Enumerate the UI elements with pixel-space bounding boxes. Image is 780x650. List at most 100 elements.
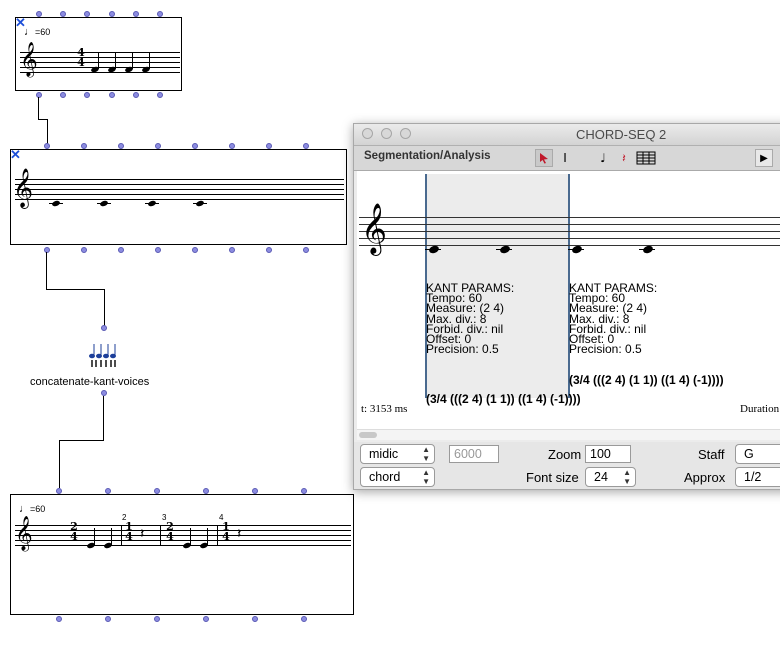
outlet[interactable] — [154, 616, 160, 622]
outlet[interactable] — [56, 616, 62, 622]
kant-result-1: (3/4 (((2 4) (1 1)) ((1 4) (-1)))) — [426, 392, 581, 406]
text-cursor-tool-icon[interactable]: I — [556, 149, 574, 167]
rest-tool-icon[interactable]: 𝄽 — [615, 149, 633, 167]
time-sig-bottom: 4 — [222, 529, 230, 543]
outlet[interactable] — [109, 92, 115, 98]
chord-seq-box[interactable]: ✕ 𝄞 — [10, 148, 347, 245]
outlet[interactable] — [252, 616, 258, 622]
zoom-field[interactable]: 100 — [585, 445, 631, 463]
time-signature: 2 4 — [69, 521, 79, 543]
title-bar[interactable]: CHORD-SEQ 2 — [354, 124, 780, 146]
staff-tool-icon[interactable] — [636, 149, 656, 167]
minimize-window-button[interactable] — [381, 128, 392, 139]
outlet[interactable] — [60, 92, 66, 98]
outlet[interactable] — [192, 247, 198, 253]
kant-voices-icon[interactable] — [88, 340, 118, 367]
midic-select[interactable]: midic ▲ ▼ — [360, 444, 435, 464]
midic-select-value: midic — [369, 447, 399, 461]
staff-line — [20, 52, 180, 53]
staff-line — [20, 72, 180, 73]
horizontal-scrollbar[interactable] — [357, 429, 780, 440]
chord-select-value: chord — [369, 470, 401, 484]
editor-toolbar: Segmentation/Analysis I ♩ 𝄽 ▶ — [354, 146, 780, 171]
voice-box-1[interactable]: ✕ ♩=60 𝄞 4 4 — [15, 16, 182, 91]
staff-line — [15, 540, 351, 541]
note-head — [51, 199, 61, 208]
outlet[interactable] — [301, 616, 307, 622]
outlet[interactable] — [155, 247, 161, 253]
tempo-mark: ♩=60 — [19, 503, 46, 515]
approx-select[interactable]: 1/2 — [735, 467, 780, 487]
segmentation-analysis-label[interactable]: Segmentation/Analysis — [364, 150, 491, 162]
chord-select[interactable]: chord ▲ ▼ — [360, 467, 435, 487]
outlet[interactable] — [229, 247, 235, 253]
note-head[interactable] — [571, 244, 583, 255]
chord-seq-window[interactable]: CHORD-SEQ 2 Segmentation/Analysis I ♩ 𝄽 … — [353, 123, 780, 490]
staff-line — [15, 199, 344, 200]
close-window-button[interactable] — [362, 128, 373, 139]
outlet[interactable] — [81, 247, 87, 253]
chevron-updown-icon: ▲ ▼ — [623, 468, 631, 486]
staff-line — [15, 535, 351, 536]
treble-clef-icon: 𝄞 — [20, 42, 38, 77]
outlet[interactable] — [44, 247, 50, 253]
close-x-icon[interactable]: ✕ — [10, 148, 21, 161]
scrollbar-thumb[interactable] — [359, 432, 377, 438]
note-tool-icon[interactable]: ♩ — [594, 149, 612, 167]
staff-line — [359, 245, 780, 246]
concatenate-kant-voices-label: concatenate-kant-voices — [30, 376, 150, 388]
outlet[interactable] — [36, 92, 42, 98]
outlet[interactable] — [303, 247, 309, 253]
time-sig-bottom: 4 — [77, 55, 85, 69]
score-area[interactable]: 𝄞 KANT PARAMS: Tempo: 60 Measure: (2 4) … — [357, 171, 780, 440]
staff-select[interactable]: G — [735, 444, 780, 464]
time-sig-bottom: 4 — [166, 529, 174, 543]
kant-params-block-2: KANT PARAMS: Tempo: 60 Measure: (2 4) Ma… — [569, 282, 657, 355]
patch-wire[interactable] — [59, 440, 60, 488]
note-stem — [115, 52, 116, 69]
patch-wire[interactable] — [59, 440, 104, 441]
font-size-select[interactable]: 24 ▲ ▼ — [585, 467, 636, 487]
treble-clef-icon: 𝄞 — [13, 168, 34, 208]
patch-wire[interactable] — [38, 119, 47, 120]
patch-wire[interactable] — [104, 289, 105, 326]
tempo-label: =60 — [30, 504, 46, 514]
outlet[interactable] — [203, 616, 209, 622]
time-signature: 1 4 — [221, 521, 231, 543]
quarter-rest-icon: 𝄽 — [237, 526, 242, 542]
note-head — [195, 199, 205, 208]
patch-wire[interactable] — [38, 97, 39, 119]
outlet[interactable] — [157, 92, 163, 98]
voice-box-2[interactable]: ♩=60 𝄞 2 4 2 1 4 𝄽 3 2 4 4 1 4 𝄽 — [10, 494, 354, 615]
staff-line — [20, 67, 180, 68]
kant-result-2: (3/4 (((2 4) (1 1)) ((1 4) (-1)))) — [569, 373, 724, 387]
outlet[interactable] — [266, 247, 272, 253]
note-head — [147, 199, 157, 208]
patch-wire[interactable] — [46, 252, 47, 290]
time-sig-bottom: 4 — [70, 529, 78, 543]
outlet[interactable] — [105, 616, 111, 622]
outlet[interactable] — [133, 92, 139, 98]
approx-label: Approx — [684, 470, 726, 485]
staff-line — [20, 57, 180, 58]
time-sig-bottom: 4 — [125, 529, 133, 543]
patch-wire[interactable] — [46, 289, 105, 290]
staff-select-value: G — [744, 447, 754, 461]
outlet[interactable] — [84, 92, 90, 98]
treble-clef-icon: 𝄞 — [361, 203, 388, 254]
zoom-label: Zoom — [548, 447, 582, 462]
outlet[interactable] — [101, 390, 107, 396]
time-signature: 4 4 — [76, 47, 86, 69]
chevron-updown-icon: ▲ ▼ — [422, 445, 430, 463]
note-head[interactable] — [642, 244, 654, 255]
play-icon[interactable]: ▶ — [755, 149, 773, 167]
note-stem — [149, 52, 150, 69]
zoom-window-button[interactable] — [400, 128, 411, 139]
midic-value-field[interactable]: 6000 — [449, 445, 499, 463]
select-arrow-tool-icon[interactable] — [535, 149, 553, 167]
outlet[interactable] — [118, 247, 124, 253]
patch-wire[interactable] — [47, 119, 48, 144]
inlet[interactable] — [101, 325, 107, 331]
font-size-label: Font size — [526, 470, 579, 485]
patch-wire[interactable] — [103, 396, 104, 440]
